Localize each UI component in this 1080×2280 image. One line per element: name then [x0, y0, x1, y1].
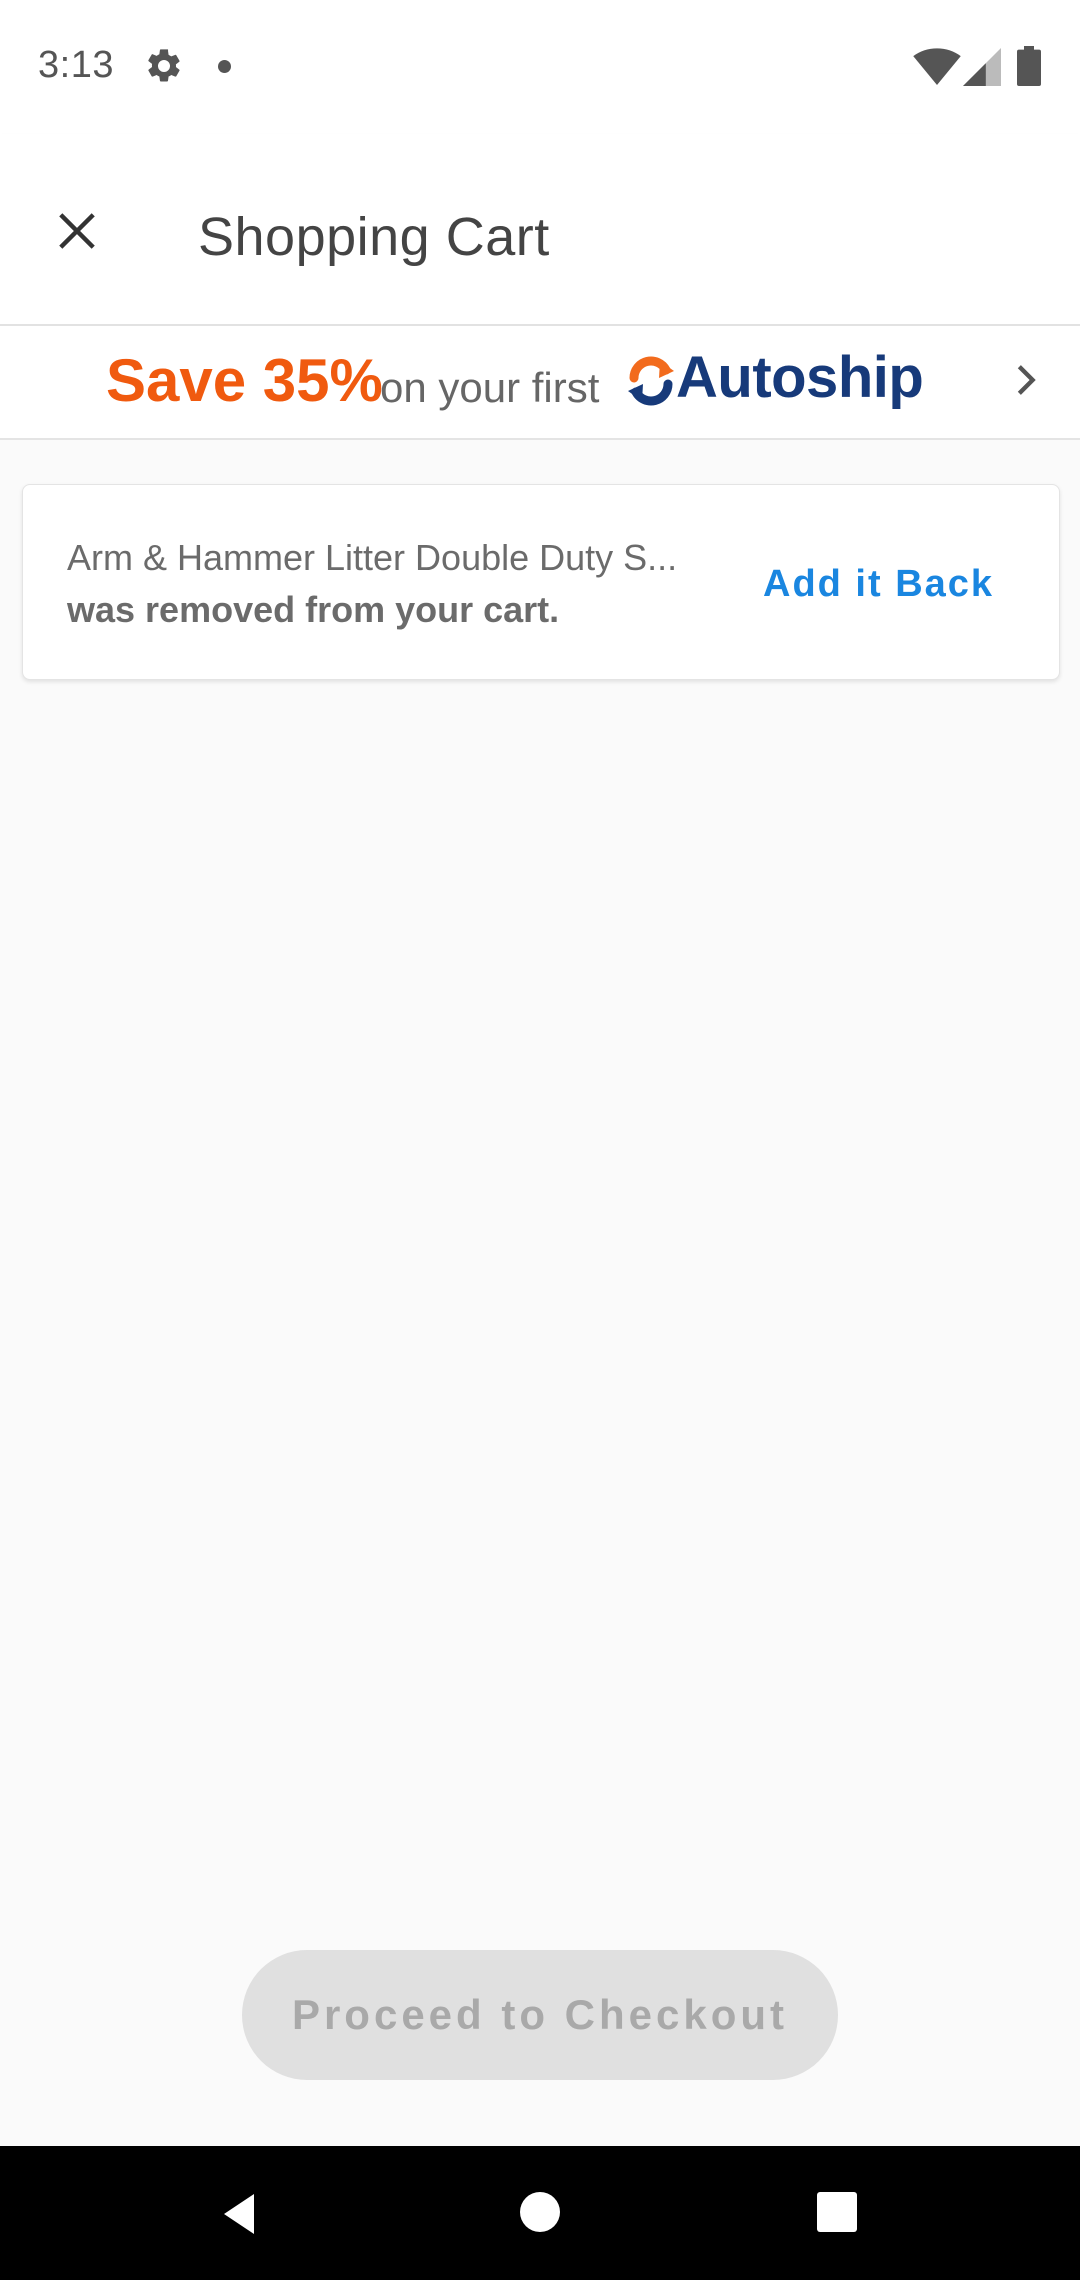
removed-product-name: Arm & Hammer Litter Double Duty S...: [67, 537, 678, 578]
removed-message: was removed from your cart.: [67, 589, 560, 630]
close-icon: [59, 213, 95, 249]
autoship-brand-text: Autoship: [676, 345, 924, 410]
proceed-to-checkout-button[interactable]: Proceed to Checkout: [242, 1950, 838, 2080]
autoship-refresh-icon: [628, 356, 674, 406]
notification-dot-icon: [218, 60, 231, 73]
recents-icon[interactable]: [817, 2192, 857, 2232]
back-icon[interactable]: [216, 2190, 264, 2238]
page-title: Shopping Cart: [198, 207, 550, 267]
removed-item-notice: Arm & Hammer Litter Double Duty S... was…: [22, 484, 1060, 680]
close-button[interactable]: [40, 194, 114, 268]
battery-icon: [1017, 46, 1041, 86]
wifi-icon: [913, 48, 961, 86]
gear-icon: [148, 49, 180, 82]
add-it-back-button[interactable]: Add it Back: [763, 563, 994, 606]
chevron-right-icon: [1017, 365, 1036, 395]
app-bar: Shopping Cart: [0, 134, 1080, 326]
autoship-promo-banner[interactable]: Save 35% on your first Autoship: [0, 326, 1080, 440]
home-icon[interactable]: [520, 2192, 560, 2232]
cell-signal-icon: [963, 48, 1001, 86]
status-bar: 3:13: [0, 0, 1080, 134]
status-time: 3:13: [38, 44, 114, 86]
promo-middle-text: on your first: [380, 364, 600, 411]
promo-save-text: Save 35%: [106, 347, 383, 414]
system-nav-bar: [0, 2146, 1080, 2280]
